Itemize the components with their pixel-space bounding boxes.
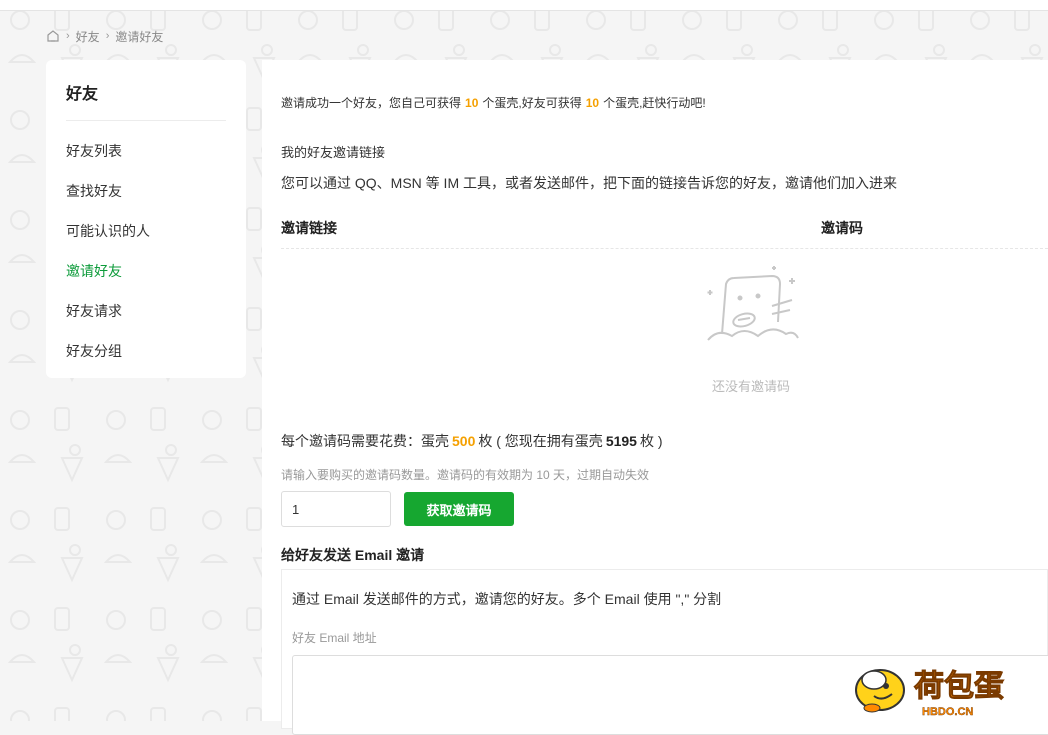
invite-link-label: 我的好友邀请链接	[281, 145, 386, 160]
breadcrumb-item-friends[interactable]: 好友	[76, 28, 100, 45]
watermark-domain: HBDO.CN	[922, 706, 973, 718]
sidebar: 好友 好友列表 查找好友 可能认识的人 邀请好友 好友请求 好友分组	[46, 60, 246, 378]
email-field-label: 好友 Email 地址	[292, 631, 377, 645]
hbdo-logo-watermark: 荷包蛋 HBDO.CN	[855, 669, 1005, 718]
notice-text: 邀请成功一个好友，您自己可获得	[281, 96, 462, 110]
table-header-invite-code: 邀请码	[821, 220, 863, 236]
invite-cost-info: 每个邀请码需要花费：蛋壳 500 枚 ( 您现在拥有蛋壳 5195 枚 )	[281, 431, 663, 451]
eggshell-balance: 5195	[605, 433, 637, 449]
empty-state-text: 还没有邀请码	[712, 379, 791, 394]
breadcrumb: › 好友 › 邀请好友	[46, 26, 163, 46]
top-bar	[0, 0, 1048, 11]
notice-text: 个蛋壳,好友可获得	[482, 96, 582, 110]
empty-state-icon	[707, 266, 799, 341]
sidebar-title: 好友	[66, 86, 99, 103]
quantity-hint: 请输入要购买的邀请码数量。邀请码的有效期为 10 天，过期自动失效	[281, 468, 650, 482]
sidebar-item-friend-requests[interactable]: 好友请求	[66, 301, 122, 321]
sidebar-item-invite-friends[interactable]: 邀请好友	[66, 261, 122, 281]
friend-reward-count: 10	[585, 96, 600, 110]
invite-description: 您可以通过 QQ、MSN 等 IM 工具，或者发送邮件，把下面的链接告诉您的好友…	[281, 175, 897, 191]
cost-text: 枚 ( 您现在拥有蛋壳	[478, 433, 603, 449]
chevron-right-icon: ›	[105, 30, 110, 42]
email-invite-title: 给好友发送 Email 邀请	[281, 547, 425, 563]
cost-text: 每个邀请码需要花费：蛋壳	[281, 433, 449, 449]
invite-code-price: 500	[452, 433, 476, 449]
sidebar-item-friend-list[interactable]: 好友列表	[66, 141, 122, 161]
table-header-invite-link: 邀请链接	[281, 220, 337, 236]
breadcrumb-item-invite[interactable]: 邀请好友	[115, 28, 163, 45]
watermark-text: 荷包蛋	[914, 669, 1004, 703]
invite-reward-notice: 邀请成功一个好友，您自己可获得 10 个蛋壳,好友可获得 10 个蛋壳,赶快行动吧!	[281, 94, 706, 111]
self-reward-count: 10	[465, 96, 479, 110]
table-header-divider	[281, 248, 1048, 249]
sidebar-divider	[66, 120, 226, 121]
sidebar-item-friend-groups[interactable]: 好友分组	[66, 341, 122, 361]
chevron-right-icon: ›	[66, 30, 70, 42]
sidebar-item-people-you-may-know[interactable]: 可能认识的人	[66, 221, 150, 241]
notice-text: 个蛋壳,赶快行动吧!	[603, 96, 706, 110]
cost-text: 枚 )	[639, 433, 663, 449]
main-panel: 邀请成功一个好友，您自己可获得 10 个蛋壳,好友可获得 10 个蛋壳,赶快行动吧! 我…	[262, 60, 1048, 735]
home-icon[interactable]	[46, 29, 60, 43]
sidebar-item-find-friends[interactable]: 查找好友	[66, 181, 122, 201]
email-invite-description: 通过 Email 发送邮件的方式，邀请您的好友。多个 Email 使用 "," …	[292, 591, 722, 607]
get-invite-code-button[interactable]: 获取邀请码	[404, 492, 514, 526]
quantity-input[interactable]	[281, 491, 391, 527]
